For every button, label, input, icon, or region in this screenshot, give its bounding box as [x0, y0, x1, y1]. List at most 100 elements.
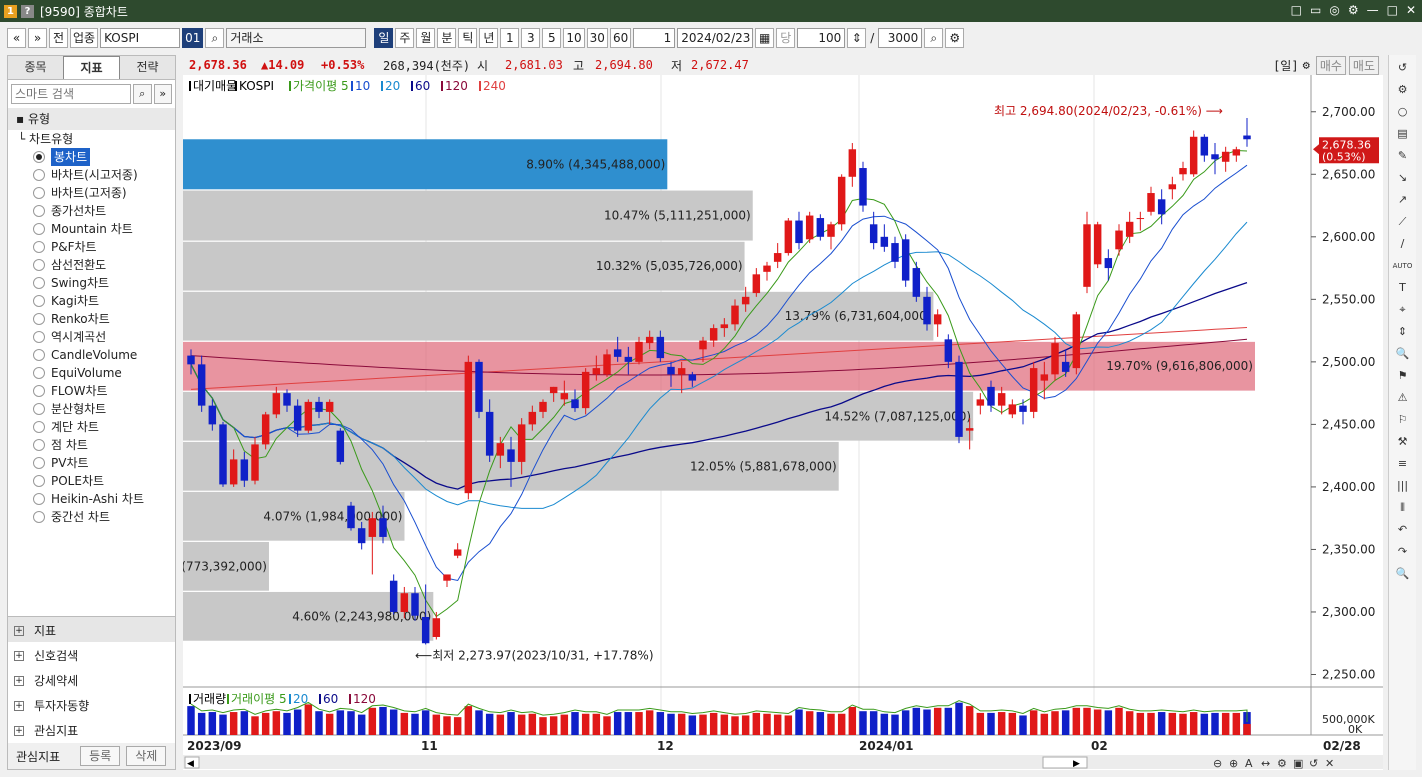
right-tool-icon[interactable]: ⚠: [1398, 389, 1408, 407]
category-item[interactable]: + 신호검색: [14, 647, 78, 664]
chart-type-option[interactable]: 바차트(시고저종): [18, 166, 175, 184]
radio-icon[interactable]: [33, 169, 45, 181]
all-button[interactable]: 전: [49, 28, 68, 48]
chart-type-option[interactable]: FLOW차트: [18, 382, 175, 400]
delete-button[interactable]: 삭제: [126, 746, 167, 766]
chart-type-option[interactable]: EquiVolume: [18, 364, 175, 382]
right-tool-icon[interactable]: ↗: [1398, 191, 1407, 209]
period-minute-button[interactable]: 분: [437, 28, 457, 48]
sector-button[interactable]: 업종: [70, 28, 99, 48]
symbol-select[interactable]: KOSPI: [100, 28, 181, 48]
right-tool-icon[interactable]: ⇕: [1398, 323, 1407, 341]
right-tool-icon[interactable]: ⌖: [1399, 301, 1405, 319]
right-tool-icon[interactable]: ✎: [1398, 147, 1407, 165]
zoom-search-icon[interactable]: ⌕: [924, 28, 944, 48]
right-tool-icon[interactable]: ↘: [1398, 169, 1407, 187]
category-item[interactable]: + 지표: [14, 622, 56, 639]
expand-icon[interactable]: +: [14, 650, 24, 661]
help-icon[interactable]: ?: [21, 4, 34, 18]
chart-type-option[interactable]: 점 차트: [18, 436, 175, 454]
search-icon[interactable]: ⌕: [205, 28, 225, 48]
radio-icon[interactable]: [33, 421, 45, 433]
chart-type-option[interactable]: 중간선 차트: [18, 508, 175, 526]
tab-strategy[interactable]: 전략: [120, 56, 175, 79]
expand-icon[interactable]: +: [14, 625, 24, 636]
chart-type-option[interactable]: PV차트: [18, 454, 175, 472]
radio-icon[interactable]: [33, 403, 45, 415]
radio-icon[interactable]: [33, 187, 45, 199]
radio-icon[interactable]: [33, 331, 45, 343]
chart-type-option[interactable]: 역시계곡선: [18, 328, 175, 346]
date-input[interactable]: 2024/02/23: [677, 28, 754, 48]
smart-search-input[interactable]: [11, 84, 131, 104]
window-capture-icon[interactable]: ◎: [1329, 3, 1339, 17]
right-tool-icon[interactable]: ⚒: [1398, 433, 1408, 451]
chart-type-option[interactable]: Mountain 차트: [18, 220, 175, 238]
chart-area[interactable]: 2,250.00 2,300.00 2,350.00 2,400.00 2,450.00…: [139, 75, 1383, 770]
right-tool-icon[interactable]: ⚑: [1398, 367, 1408, 385]
settings-icon[interactable]: ⚙: [945, 28, 965, 48]
right-tool-icon[interactable]: 🔍: [1396, 565, 1410, 583]
window-tile-icon[interactable]: ▭: [1310, 3, 1321, 17]
total-input[interactable]: 3000: [878, 28, 923, 48]
window-settings-icon[interactable]: ⚙: [1348, 3, 1359, 17]
radio-icon[interactable]: [33, 385, 45, 397]
radio-icon[interactable]: [33, 349, 45, 361]
code-button[interactable]: 01: [182, 28, 204, 48]
radio-icon[interactable]: [33, 241, 45, 253]
tree-root[interactable]: └ 차트유형: [18, 130, 175, 148]
section-header[interactable]: ▪ 유형: [8, 108, 175, 130]
period-week-button[interactable]: 주: [395, 28, 415, 48]
tab-stock[interactable]: 종목: [8, 56, 63, 79]
interval-1-button[interactable]: 1: [500, 28, 520, 48]
chart-type-option[interactable]: POLE차트: [18, 472, 175, 490]
chart-type-option[interactable]: 삼선전환도: [18, 256, 175, 274]
right-tool-icon[interactable]: ○: [1398, 103, 1408, 121]
count-stepper[interactable]: ⇕: [847, 28, 867, 48]
category-item[interactable]: + 강세약세: [14, 672, 78, 689]
chart-type-option[interactable]: Swing차트: [18, 274, 175, 292]
interval-30-button[interactable]: 30: [586, 28, 608, 48]
chart-type-option[interactable]: Kagi차트: [18, 292, 175, 310]
chart-type-option[interactable]: 바차트(고저종): [18, 184, 175, 202]
period-tick-button[interactable]: 틱: [458, 28, 478, 48]
right-tool-icon[interactable]: 🔍: [1396, 345, 1410, 363]
minimize-button[interactable]: —: [1367, 3, 1379, 17]
radio-icon[interactable]: [33, 223, 45, 235]
chart-type-option[interactable]: Renko차트: [18, 310, 175, 328]
radio-icon[interactable]: [33, 493, 45, 505]
category-item[interactable]: + 관심지표: [14, 722, 78, 739]
register-button[interactable]: 등록: [80, 746, 121, 766]
right-tool-icon[interactable]: ⦀: [1400, 499, 1405, 517]
expand-icon[interactable]: +: [14, 675, 24, 686]
window-layout-icon[interactable]: □: [1291, 3, 1302, 17]
count-input[interactable]: 100: [797, 28, 846, 48]
expand-icon[interactable]: +: [14, 725, 24, 736]
chart-type-option[interactable]: CandleVolume: [18, 346, 175, 364]
next-button[interactable]: »: [28, 28, 47, 48]
right-tool-icon[interactable]: |||: [1397, 477, 1408, 495]
right-tool-icon[interactable]: ∕: [1401, 235, 1405, 253]
radio-icon[interactable]: [33, 457, 45, 469]
radio-icon[interactable]: [33, 205, 45, 217]
interval-3-button[interactable]: 3: [521, 28, 541, 48]
radio-icon[interactable]: [33, 151, 45, 163]
period-month-button[interactable]: 월: [416, 28, 436, 48]
chart-type-option[interactable]: 분산형차트: [18, 400, 175, 418]
interval-5-button[interactable]: 5: [542, 28, 562, 48]
right-tool-icon[interactable]: ⟋: [1399, 213, 1407, 231]
close-button[interactable]: ✕: [1406, 3, 1416, 17]
chart-type-option[interactable]: P&F차트: [18, 238, 175, 256]
period-day-button[interactable]: 일: [374, 28, 394, 48]
sell-button[interactable]: 매도: [1348, 55, 1379, 75]
prev-button[interactable]: «: [7, 28, 26, 48]
right-tool-icon[interactable]: ↶: [1398, 521, 1407, 539]
radio-icon[interactable]: [33, 439, 45, 451]
chart-type-option[interactable]: 봉차트: [18, 148, 175, 166]
maximize-button[interactable]: □: [1387, 3, 1398, 17]
radio-icon[interactable]: [33, 475, 45, 487]
interval-10-button[interactable]: 10: [563, 28, 585, 48]
chart-type-option[interactable]: Heikin-Ashi 차트: [18, 490, 175, 508]
radio-icon[interactable]: [33, 313, 45, 325]
radio-icon[interactable]: [33, 259, 45, 271]
